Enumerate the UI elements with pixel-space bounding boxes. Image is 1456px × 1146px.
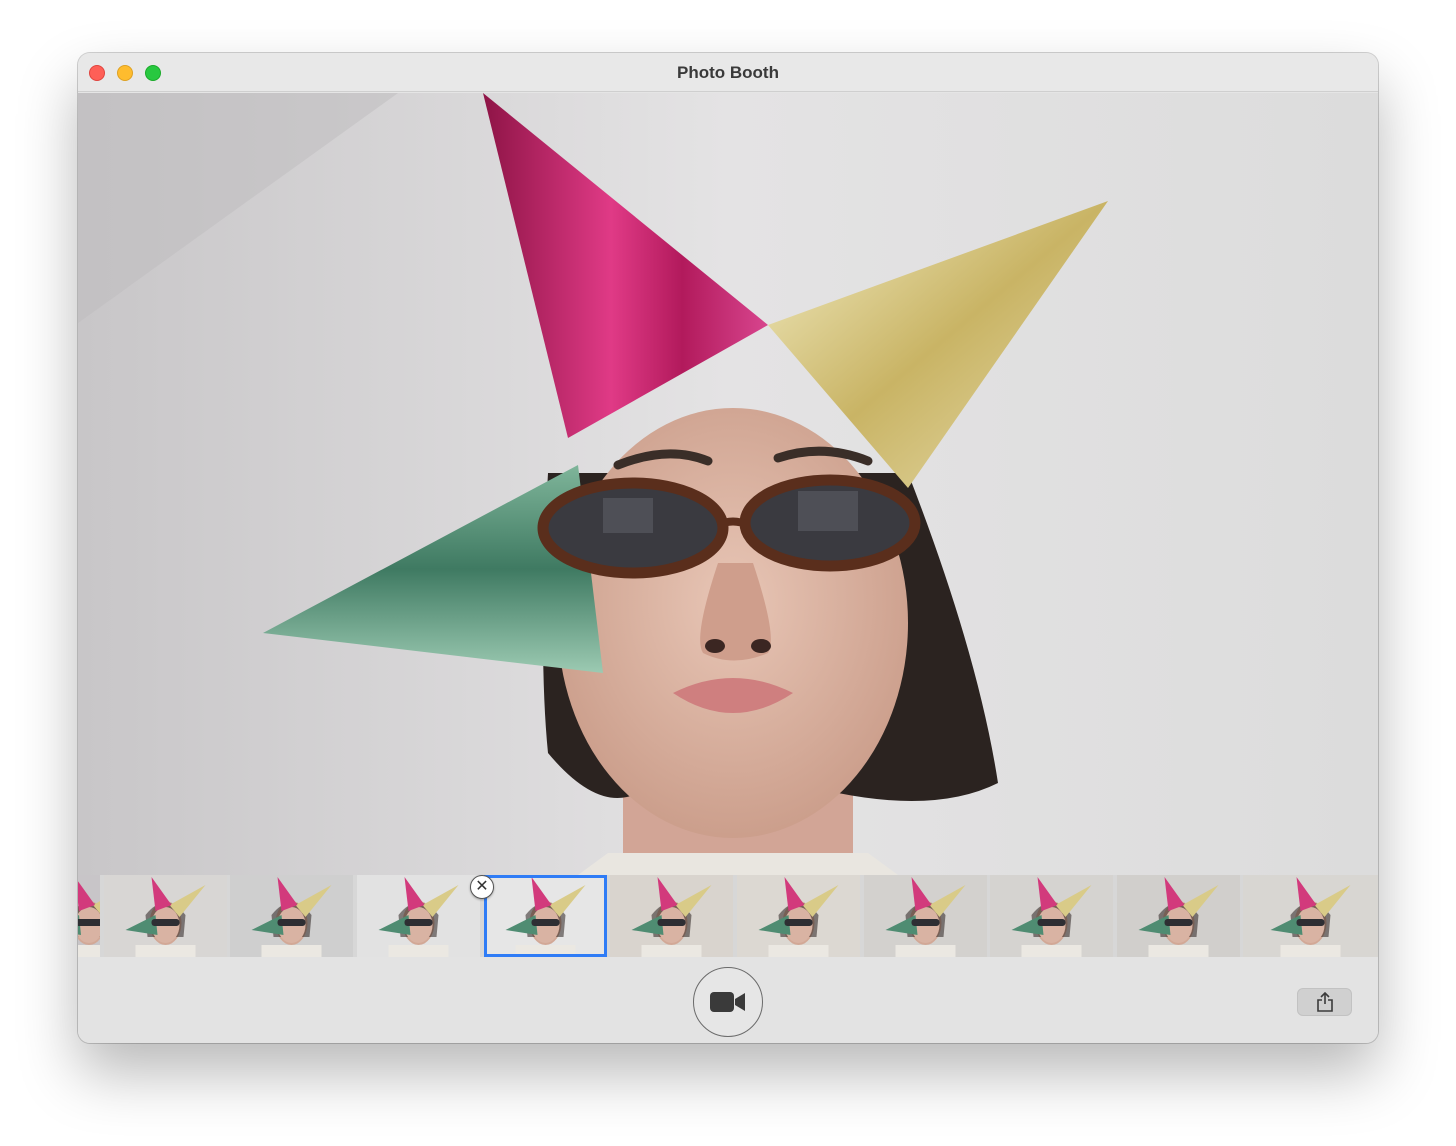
photo-thumbnail[interactable] — [990, 875, 1113, 957]
photo-thumbnail[interactable] — [864, 875, 987, 957]
photo-thumbnail[interactable] — [230, 875, 353, 957]
video-camera-icon — [710, 992, 745, 1012]
photo-booth-window: Photo Booth ✕ — [78, 53, 1378, 1043]
photo-thumbnail[interactable] — [1117, 875, 1240, 957]
photo-preview — [78, 93, 1378, 875]
photo-thumbnail[interactable] — [610, 875, 733, 957]
photo-thumbnail[interactable] — [484, 875, 607, 957]
delete-thumbnail-button[interactable]: ✕ — [470, 875, 494, 899]
photo-thumbnail[interactable] — [78, 875, 100, 957]
thumbnail-strip — [78, 875, 1378, 957]
share-icon — [1316, 992, 1333, 1012]
photo-thumbnail[interactable] — [357, 875, 480, 957]
record-video-button[interactable] — [693, 967, 763, 1037]
bottom-toolbar — [78, 957, 1378, 1043]
window-title: Photo Booth — [677, 63, 779, 82]
share-button[interactable] — [1297, 988, 1352, 1016]
photo-thumbnail[interactable] — [1243, 875, 1378, 957]
photo-preview-image — [78, 93, 1378, 875]
photo-thumbnail[interactable] — [737, 875, 860, 957]
photo-thumbnail[interactable] — [104, 875, 227, 957]
title-bar: Photo Booth — [78, 53, 1378, 92]
